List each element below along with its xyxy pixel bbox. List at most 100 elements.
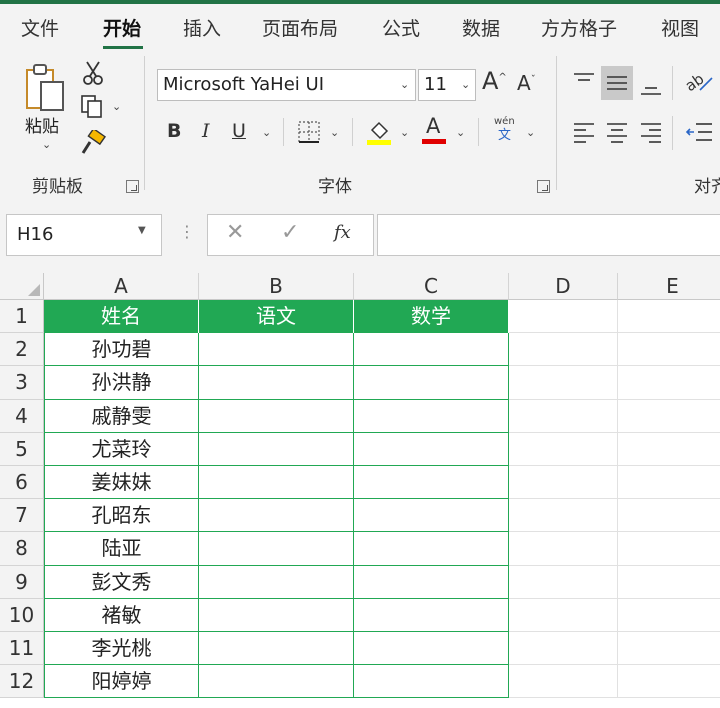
grid-cell[interactable] (509, 632, 618, 666)
table-cell[interactable] (354, 499, 509, 533)
table-cell[interactable] (354, 665, 509, 699)
column-header-d[interactable]: D (509, 273, 618, 300)
table-header-cell[interactable]: 数学 (354, 300, 509, 334)
table-cell[interactable] (199, 632, 354, 666)
table-cell[interactable] (199, 432, 354, 466)
table-cell[interactable] (199, 665, 354, 699)
table-cell[interactable]: 彭文秀 (44, 565, 199, 599)
orientation-icon[interactable]: ab (684, 70, 714, 94)
table-cell[interactable] (354, 466, 509, 500)
decrease-indent-icon[interactable] (684, 120, 714, 144)
cut-icon[interactable] (82, 60, 104, 86)
table-header-cell[interactable]: 姓名 (44, 300, 199, 334)
tab-fangfang[interactable]: 方方格子 (541, 14, 617, 41)
row-header[interactable]: 4 (0, 399, 44, 433)
table-cell[interactable] (354, 632, 509, 666)
top-align-icon[interactable] (572, 70, 596, 92)
grid-cell[interactable] (509, 499, 618, 533)
cancel-icon[interactable]: ✕ (226, 220, 244, 245)
bold-button[interactable]: B (167, 122, 181, 141)
phonetic-dropdown-icon[interactable]: ⌄ (526, 126, 535, 139)
table-cell[interactable] (199, 399, 354, 433)
grid-cell[interactable] (509, 432, 618, 466)
align-left-icon[interactable] (572, 120, 596, 144)
underline-button[interactable]: U (232, 122, 246, 141)
table-cell[interactable] (354, 399, 509, 433)
decrease-font-icon[interactable]: Aˇ (517, 73, 536, 93)
grid-cell[interactable] (509, 565, 618, 599)
table-cell[interactable] (199, 565, 354, 599)
format-painter-icon[interactable] (80, 130, 106, 156)
grid-cell[interactable] (618, 400, 720, 433)
increase-font-icon[interactable]: A^ (482, 69, 507, 93)
table-header-cell[interactable]: 语文 (199, 300, 354, 334)
font-color-button[interactable]: A (422, 116, 448, 146)
grid-cell[interactable] (618, 665, 720, 699)
formula-bar-splitter[interactable]: ⋮ (179, 222, 195, 241)
table-cell[interactable]: 阳婷婷 (44, 665, 199, 699)
clipboard-launcher-icon[interactable] (126, 180, 139, 193)
grid-cell[interactable] (618, 599, 720, 632)
align-center-icon[interactable] (605, 120, 629, 144)
grid-cell[interactable] (618, 433, 720, 466)
fill-color-icon[interactable] (366, 118, 392, 146)
grid-cell[interactable] (618, 333, 720, 367)
table-cell[interactable] (354, 432, 509, 466)
table-cell[interactable] (199, 499, 354, 533)
grid-cell[interactable] (509, 399, 618, 433)
font-size-select[interactable]: 11 ⌄ (418, 69, 476, 101)
tab-home[interactable]: 开始 (103, 14, 141, 41)
copy-icon[interactable] (80, 94, 106, 120)
paste-button[interactable]: 粘贴 ⌄ (18, 60, 74, 160)
table-cell[interactable]: 褚敏 (44, 598, 199, 632)
tab-formulas[interactable]: 公式 (382, 14, 420, 41)
table-cell[interactable]: 孙功碧 (44, 333, 199, 367)
grid-cell[interactable] (618, 566, 720, 599)
row-header[interactable]: 7 (0, 499, 44, 533)
worksheet-grid[interactable]: A B C D E 1 姓名 语文 数学 2 孙功碧 3 孙洪静 4 戚静雯 5 尤菜玲 6 姜妹妹 7 孔昭… (0, 273, 720, 708)
grid-cell[interactable] (618, 499, 720, 533)
grid-cell[interactable] (509, 366, 618, 400)
grid-cell[interactable] (618, 466, 720, 500)
table-cell[interactable] (354, 532, 509, 566)
middle-align-button[interactable] (601, 66, 633, 100)
phonetic-guide-button[interactable]: wén 文 (492, 117, 522, 147)
row-header[interactable]: 1 (0, 300, 44, 334)
fill-color-dropdown-icon[interactable]: ⌄ (400, 126, 409, 139)
tab-view[interactable]: 视图 (661, 14, 699, 41)
table-cell[interactable]: 尤菜玲 (44, 432, 199, 466)
align-right-icon[interactable] (639, 120, 663, 144)
row-header[interactable]: 2 (0, 333, 44, 367)
row-header[interactable]: 12 (0, 665, 44, 699)
column-header-a[interactable]: A (44, 273, 199, 300)
copy-dropdown-icon[interactable]: ⌄ (112, 100, 121, 113)
formula-input[interactable] (377, 214, 720, 256)
column-header-e[interactable]: E (618, 273, 720, 300)
grid-cell[interactable] (509, 466, 618, 500)
table-cell[interactable]: 李光桃 (44, 632, 199, 666)
paste-dropdown-icon[interactable]: ⌄ (42, 138, 51, 151)
bottom-align-icon[interactable] (639, 78, 663, 100)
tab-file[interactable]: 文件 (21, 14, 59, 41)
column-header-c[interactable]: C (354, 273, 509, 300)
grid-cell[interactable] (509, 598, 618, 632)
row-header[interactable]: 6 (0, 466, 44, 500)
row-header[interactable]: 3 (0, 366, 44, 400)
font-launcher-icon[interactable] (537, 180, 550, 193)
grid-cell[interactable] (509, 665, 618, 699)
grid-cell[interactable] (509, 300, 618, 334)
table-cell[interactable] (354, 598, 509, 632)
table-cell[interactable]: 戚静雯 (44, 399, 199, 433)
grid-cell[interactable] (618, 300, 720, 334)
table-cell[interactable] (199, 466, 354, 500)
select-all-button[interactable] (0, 273, 44, 300)
grid-cell[interactable] (509, 333, 618, 367)
name-box-dropdown-icon[interactable]: ▼ (138, 225, 146, 236)
table-cell[interactable] (199, 598, 354, 632)
table-cell[interactable]: 陆亚 (44, 532, 199, 566)
grid-cell[interactable] (618, 366, 720, 400)
table-cell[interactable] (199, 333, 354, 367)
table-cell[interactable] (354, 565, 509, 599)
row-header[interactable]: 5 (0, 432, 44, 466)
italic-button[interactable]: I (202, 122, 210, 141)
